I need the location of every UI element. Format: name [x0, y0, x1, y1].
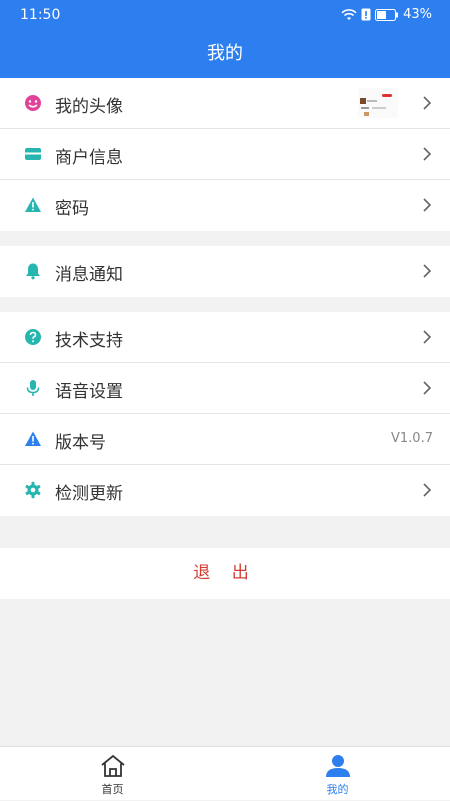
menu-group-system: 技术支持 语音设置 版本号 V1.0.7 检测更新 [0, 312, 450, 516]
status-bar: 11:50 43% [0, 0, 450, 30]
menu-item-label: 消息通知 [55, 265, 123, 285]
avatar-image [358, 88, 398, 118]
battery-icon [375, 8, 399, 21]
tab-mine[interactable]: 我的 [225, 747, 450, 801]
warning-icon [25, 431, 41, 446]
chevron-right-icon [423, 264, 432, 278]
chevron-right-icon [423, 96, 432, 110]
menu-group-account: 我的头像 商户信息 密码 [0, 78, 450, 231]
menu-item-label: 版本号 [55, 433, 106, 453]
tab-label: 首页 [101, 783, 124, 796]
menu-item-version: 版本号 V1.0.7 [0, 414, 450, 465]
help-icon [25, 329, 41, 345]
menu-item-tech-support[interactable]: 技术支持 [0, 312, 450, 363]
menu-item-label: 语音设置 [55, 382, 123, 402]
menu-item-merchant-info[interactable]: 商户信息 [0, 129, 450, 180]
chevron-right-icon [423, 330, 432, 344]
sim-alert-icon [361, 8, 371, 21]
menu-item-password[interactable]: 密码 [0, 180, 450, 231]
mic-icon [26, 380, 40, 396]
bottom-tab-bar: 首页 我的 [0, 746, 450, 800]
menu-item-check-update[interactable]: 检测更新 [0, 465, 450, 516]
gear-icon [25, 481, 41, 499]
logout-button[interactable]: 退 出 [0, 548, 450, 599]
tab-label: 我的 [326, 783, 349, 796]
chevron-right-icon [423, 198, 432, 212]
user-icon [325, 755, 350, 777]
menu-item-notifications[interactable]: 消息通知 [0, 246, 450, 297]
menu-group-notifications: 消息通知 [0, 246, 450, 297]
menu-item-label: 商户信息 [55, 148, 123, 168]
battery-percent: 43% [403, 7, 432, 22]
chevron-right-icon [423, 483, 432, 497]
home-icon [100, 754, 125, 777]
page-title: 我的 [0, 30, 450, 78]
status-icons: 43% [341, 7, 432, 22]
menu-item-label: 密码 [55, 199, 89, 219]
warning-icon [25, 197, 41, 212]
menu-item-voice-settings[interactable]: 语音设置 [0, 363, 450, 414]
menu-item-label: 技术支持 [55, 331, 123, 351]
wifi-icon [341, 8, 357, 20]
card-icon [25, 148, 41, 160]
menu-item-avatar[interactable]: 我的头像 [0, 78, 450, 129]
chevron-right-icon [423, 147, 432, 161]
menu-item-label: 检测更新 [55, 484, 123, 504]
chevron-right-icon [423, 381, 432, 395]
version-value: V1.0.7 [391, 431, 433, 446]
menu-item-label: 我的头像 [55, 97, 123, 117]
status-time: 11:50 [20, 7, 61, 23]
smile-icon [25, 95, 41, 111]
bell-icon [26, 263, 40, 280]
tab-home[interactable]: 首页 [0, 747, 225, 801]
